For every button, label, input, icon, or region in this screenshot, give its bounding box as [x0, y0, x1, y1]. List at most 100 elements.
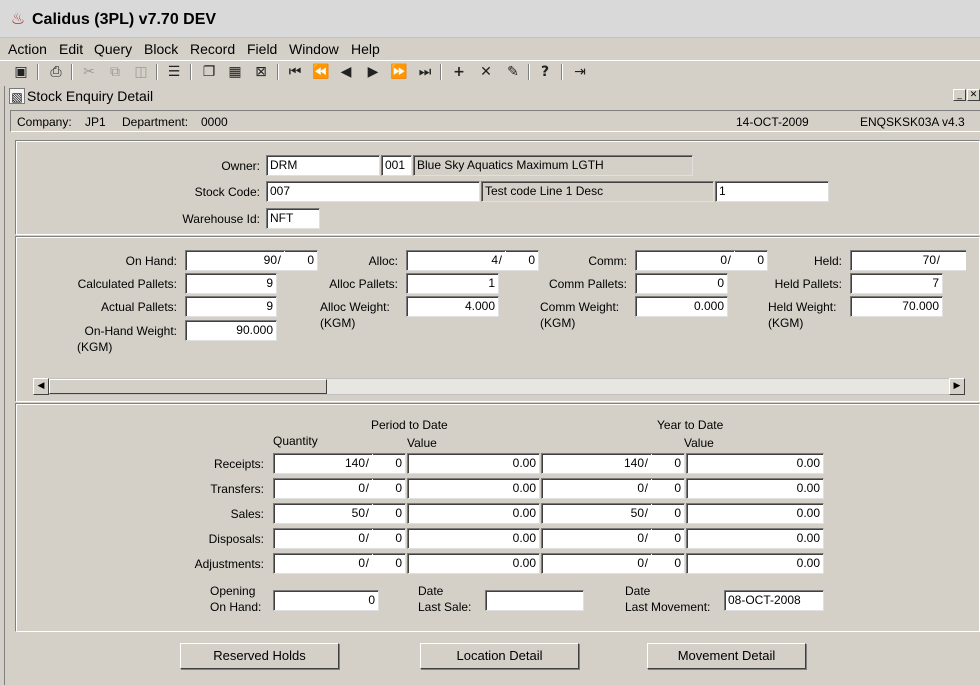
- sales-ptd-value[interactable]: 0.00: [407, 503, 540, 524]
- menu-edit[interactable]: Edit: [59, 41, 83, 58]
- ytd-value-header: Value: [684, 436, 714, 450]
- menu-help[interactable]: Help: [351, 41, 380, 58]
- disposals-ptd-quantity-whole: 0: [358, 531, 365, 545]
- held-pallets-field[interactable]: 7: [850, 273, 943, 294]
- menu-record[interactable]: Record: [190, 41, 235, 58]
- stock-extra-field[interactable]: 1: [715, 181, 829, 202]
- sales-ptd-quantity[interactable]: 50/ 0: [273, 503, 406, 524]
- toolbar-separator: [37, 64, 39, 80]
- comm-weight-field[interactable]: 0.000: [635, 296, 728, 317]
- transfers-ytd-quantity[interactable]: 0/0: [541, 478, 685, 499]
- disposals-ptd-quantity-fraction: 0: [395, 531, 402, 545]
- alloc-weight-field[interactable]: 4.000: [406, 296, 499, 317]
- adjustments-ptd-quantity[interactable]: 0/0: [273, 553, 406, 574]
- prev-record-icon[interactable]: ◀: [336, 63, 356, 81]
- stack-icon[interactable]: ▦: [225, 63, 245, 81]
- menu-window[interactable]: Window: [289, 41, 339, 58]
- disposals-ytd-quantity[interactable]: 0/0: [541, 528, 685, 549]
- exit-icon[interactable]: ⇥: [570, 63, 590, 81]
- insert-icon[interactable]: +: [449, 63, 469, 81]
- save-icon[interactable]: ▣: [11, 63, 31, 81]
- sales-ptd-quantity-fraction: 0: [395, 506, 402, 520]
- location-detail-button[interactable]: Location Detail: [420, 643, 579, 669]
- first-record-icon[interactable]: ⏮: [285, 63, 305, 81]
- next-page-icon[interactable]: ⏩: [389, 63, 409, 81]
- transfers-ptd-value[interactable]: 0.00: [407, 478, 540, 499]
- scroll-left-icon[interactable]: ◀: [33, 378, 49, 395]
- print-icon[interactable]: ⎙: [46, 63, 66, 81]
- held-weight-unit: (KGM): [768, 316, 804, 330]
- fraction-divider: [651, 479, 652, 498]
- paste-icon[interactable]: ◫: [131, 63, 151, 81]
- movement-detail-button[interactable]: Movement Detail: [647, 643, 806, 669]
- menu-query[interactable]: Query: [94, 41, 132, 58]
- comm-pallets-field[interactable]: 0: [635, 273, 728, 294]
- receipts-ytd-quantity[interactable]: 140/ 0: [541, 453, 685, 474]
- edit-icon[interactable]: ✎: [503, 63, 523, 81]
- copy-icon[interactable]: ⧉: [105, 63, 125, 81]
- sales-ptd-quantity-whole: 50: [351, 506, 365, 520]
- transfers-ytd-quantity-whole: 0: [637, 481, 644, 495]
- year-to-date-title: Year to Date: [657, 418, 724, 432]
- sales-label: Sales:: [230, 507, 264, 521]
- sales-ytd-value[interactable]: 0.00: [686, 503, 824, 524]
- adjustments-ytd-value[interactable]: 0.00: [686, 553, 824, 574]
- toolbar-separator: [71, 64, 73, 80]
- comm-field[interactable]: 0/0: [635, 250, 768, 271]
- help-icon[interactable]: ?: [535, 63, 555, 81]
- menu-action[interactable]: Action: [8, 41, 47, 58]
- owner-number-field[interactable]: 001: [381, 155, 412, 176]
- next-record-icon[interactable]: ▶: [363, 63, 383, 81]
- actual-pallets-field[interactable]: 9: [185, 296, 277, 317]
- actual-pallets-label: Actual Pallets:: [100, 300, 177, 314]
- alloc-weight-unit: (KGM): [320, 316, 356, 330]
- opening-on-hand-field[interactable]: 0: [273, 590, 379, 611]
- reserved-holds-button[interactable]: Reserved Holds: [180, 643, 339, 669]
- scroll-thumb[interactable]: [49, 379, 327, 394]
- last-record-icon[interactable]: ⏭: [415, 63, 435, 81]
- menu-field[interactable]: Field: [247, 41, 277, 58]
- fraction-separator: /: [365, 531, 369, 545]
- alloc-pallets-field[interactable]: 1: [406, 273, 499, 294]
- receipts-ytd-quantity-fraction: 0: [674, 456, 681, 470]
- held-weight-field[interactable]: 70.000: [850, 296, 943, 317]
- alloc-field[interactable]: 4/ 0: [406, 250, 539, 271]
- receipts-ptd-quantity[interactable]: 140/ 0: [273, 453, 406, 474]
- prev-page-icon[interactable]: ⏪: [311, 63, 331, 81]
- on-hand-weight-field[interactable]: 90.000: [185, 320, 277, 341]
- minimize-icon[interactable]: _: [953, 89, 966, 101]
- list-icon[interactable]: ☰: [164, 63, 184, 81]
- scroll-right-icon[interactable]: ▶: [949, 378, 965, 395]
- sales-ytd-quantity-whole: 50: [630, 506, 644, 520]
- menu-block[interactable]: Block: [144, 41, 178, 58]
- last-movement-field[interactable]: 08-OCT-2008: [724, 590, 824, 611]
- stock-code-field[interactable]: 007: [266, 181, 480, 202]
- close-icon[interactable]: ✕: [967, 89, 980, 101]
- calc-pallets-field[interactable]: 9: [185, 273, 277, 294]
- cut-icon[interactable]: ✂: [79, 63, 99, 81]
- on-hand-field[interactable]: 90/ 0: [185, 250, 318, 271]
- disposals-ptd-value[interactable]: 0.00: [407, 528, 540, 549]
- warehouse-field[interactable]: NFT: [266, 208, 320, 229]
- last-sale-label-line1: Date: [418, 584, 444, 598]
- transfers-ytd-value[interactable]: 0.00: [686, 478, 824, 499]
- receipts-ptd-value[interactable]: 0.00: [407, 453, 540, 474]
- held-field[interactable]: 70/: [850, 250, 966, 271]
- adjustments-ytd-quantity[interactable]: 0/0: [541, 553, 685, 574]
- warehouse-label: Warehouse Id:: [182, 212, 260, 226]
- sales-ytd-quantity[interactable]: 50/ 0: [541, 503, 685, 524]
- delete-icon[interactable]: ✕: [476, 63, 496, 81]
- disposals-ytd-value[interactable]: 0.00: [686, 528, 824, 549]
- duplicate-icon[interactable]: ❐: [199, 63, 219, 81]
- last-movement-label-line2: Last Movement:: [625, 600, 711, 614]
- adjustments-ptd-value[interactable]: 0.00: [407, 553, 540, 574]
- owner-field[interactable]: DRM: [266, 155, 380, 176]
- on-hand-weight-label: On-Hand Weight:: [84, 324, 178, 338]
- last-sale-field[interactable]: [485, 590, 584, 611]
- disposals-ptd-quantity[interactable]: 0/0: [273, 528, 406, 549]
- fraction-separator: /: [644, 506, 648, 520]
- transfers-ptd-quantity[interactable]: 0/0: [273, 478, 406, 499]
- app-icon: ♨: [10, 9, 26, 28]
- receipts-ytd-value[interactable]: 0.00: [686, 453, 824, 474]
- clear-icon[interactable]: ⊠: [251, 63, 271, 81]
